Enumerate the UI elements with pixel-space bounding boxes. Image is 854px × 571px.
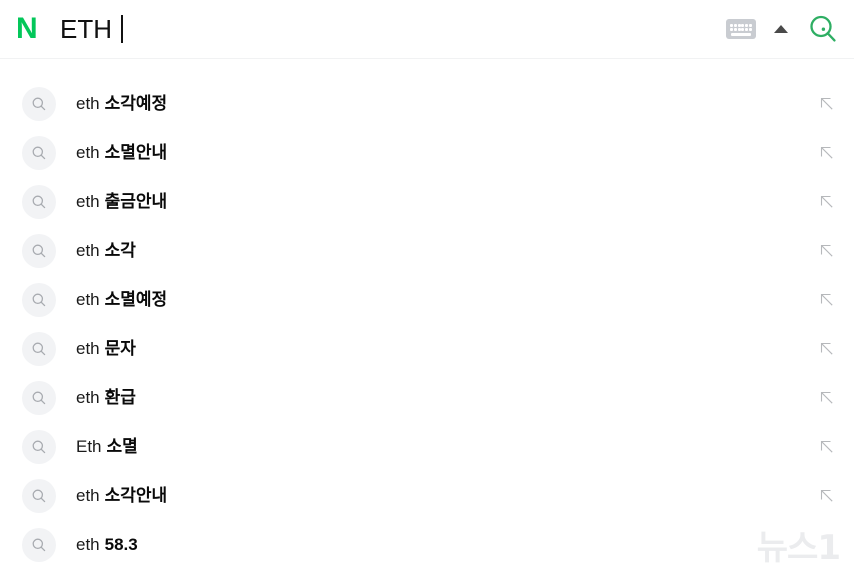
search-query-text: ETH <box>60 14 112 44</box>
suggestion-item[interactable]: eth 58.3 <box>0 520 854 569</box>
search-icon <box>22 380 56 415</box>
arrow-up-left-icon[interactable] <box>818 95 836 113</box>
suggestion-keyword: 소멸안내 <box>104 143 168 162</box>
suggestion-keyword: 문자 <box>104 339 136 358</box>
suggestion-prefix: eth <box>76 339 100 358</box>
suggestion-item[interactable]: eth 환급 <box>0 373 854 422</box>
suggestion-prefix: eth <box>76 535 100 554</box>
arrow-up-left-icon[interactable] <box>818 340 836 358</box>
suggestion-text: Eth 소멸 <box>76 438 818 455</box>
search-input[interactable]: ETH <box>60 15 726 43</box>
keyboard-icon[interactable] <box>726 19 756 39</box>
suggestion-text: eth 출금안내 <box>76 193 818 210</box>
suggestion-text: eth 소멸안내 <box>76 144 818 161</box>
suggestion-text: eth 58.3 <box>76 536 818 553</box>
suggestion-text: eth 환급 <box>76 389 818 406</box>
search-header: N ETH <box>0 0 854 58</box>
suggestion-prefix: eth <box>76 143 100 162</box>
suggestion-item[interactable]: eth 소각예정 <box>0 79 854 128</box>
suggestion-keyword: 환급 <box>104 388 136 407</box>
suggestion-text: eth 소멸예정 <box>76 291 818 308</box>
arrow-up-left-icon[interactable] <box>818 193 836 211</box>
arrow-up-left-icon[interactable] <box>818 389 836 407</box>
suggestion-text: eth 소각예정 <box>76 95 818 112</box>
search-icon <box>22 429 56 464</box>
search-icon <box>22 527 56 562</box>
chevron-up-icon[interactable] <box>774 25 788 33</box>
suggestion-item[interactable]: eth 소멸안내 <box>0 128 854 177</box>
suggestion-keyword: 소멸예정 <box>104 290 168 309</box>
suggestion-text: eth 소각안내 <box>76 487 818 504</box>
suggestion-item[interactable]: Eth 소멸 <box>0 422 854 471</box>
search-icon <box>22 184 56 219</box>
suggestion-prefix: eth <box>76 241 100 260</box>
news1-watermark: 뉴스1 <box>756 528 841 568</box>
suggestion-prefix: eth <box>76 486 100 505</box>
suggestion-keyword: 58.3 <box>104 535 138 554</box>
arrow-up-left-icon[interactable] <box>818 242 836 260</box>
suggestion-keyword: 소멸 <box>106 437 138 456</box>
arrow-up-left-icon[interactable] <box>818 438 836 456</box>
suggestion-item[interactable]: eth 문자 <box>0 324 854 373</box>
search-icon <box>22 331 56 366</box>
arrow-up-left-icon[interactable] <box>818 487 836 505</box>
arrow-up-left-icon[interactable] <box>818 144 836 162</box>
suggestion-item[interactable]: eth 소멸예정 <box>0 275 854 324</box>
search-icon <box>22 282 56 317</box>
search-icon <box>22 478 56 513</box>
search-icon <box>22 135 56 170</box>
suggestion-item[interactable]: eth 소각 <box>0 226 854 275</box>
arrow-up-left-icon[interactable] <box>818 291 836 309</box>
suggestion-prefix: eth <box>76 94 100 113</box>
suggestion-list: eth 소각예정 eth 소멸안내 eth 출금안내 eth 소각 eth 소멸예정 eth 문자 et… <box>0 59 854 569</box>
suggestion-item[interactable]: eth 출금안내 <box>0 177 854 226</box>
text-caret <box>121 15 123 43</box>
suggestion-text: eth 소각 <box>76 242 818 259</box>
suggestion-prefix: eth <box>76 192 100 211</box>
suggestion-keyword: 소각 <box>104 241 136 260</box>
suggestion-prefix: eth <box>76 388 100 407</box>
search-icon <box>22 86 56 121</box>
suggestion-text: eth 문자 <box>76 340 818 357</box>
suggestion-keyword: 소각안내 <box>104 486 168 505</box>
suggestion-prefix: eth <box>76 290 100 309</box>
search-icon <box>22 233 56 268</box>
search-icon[interactable] <box>806 12 840 46</box>
naver-logo[interactable]: N <box>16 14 48 44</box>
suggestion-prefix: Eth <box>76 437 102 456</box>
suggestion-keyword: 소각예정 <box>104 94 168 113</box>
suggestion-keyword: 출금안내 <box>104 192 168 211</box>
header-actions <box>726 12 840 46</box>
suggestion-item[interactable]: eth 소각안내 <box>0 471 854 520</box>
